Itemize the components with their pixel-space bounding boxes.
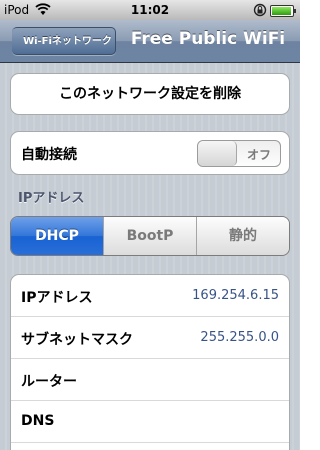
segment-bootp[interactable]: BootP <box>103 217 196 255</box>
back-button[interactable]: Wi-Fiネットワーク <box>0 26 116 57</box>
row-label: ルーター <box>21 374 77 390</box>
ip-section-header: IPアドレス <box>18 191 85 206</box>
orientation-lock-icon <box>253 3 267 20</box>
back-button-label: Wi-Fiネットワーク <box>23 36 112 47</box>
auto-join-label: 自動接続 <box>21 147 77 163</box>
row-label: IPアドレス <box>21 290 93 306</box>
navigation-bar: Wi-Fiネットワーク Free Public WiFi <box>0 20 300 63</box>
page-title: Free Public WiFi <box>130 29 286 49</box>
table-row-router[interactable]: ルーター <box>11 359 289 401</box>
segment-static[interactable]: 静的 <box>196 217 289 255</box>
toggle-knob[interactable] <box>198 141 237 166</box>
toggle-state-label: オフ <box>246 148 271 162</box>
forget-network-button[interactable]: このネットワーク設定を削除 <box>10 73 290 115</box>
table-row-subnet-mask[interactable]: サブネットマスク 255.255.0.0 <box>11 317 289 359</box>
table-row-dns[interactable]: DNS <box>11 401 289 443</box>
battery-icon <box>270 5 296 17</box>
auto-join-toggle[interactable]: オフ <box>197 140 281 167</box>
screen: iPod 11:02 Wi-Fiネットワーク Free Public WiFi <box>0 0 300 450</box>
auto-join-row: 自動接続 オフ <box>10 131 290 175</box>
row-value: 255.255.0.0 <box>200 330 279 345</box>
status-bar: iPod 11:02 <box>0 0 300 20</box>
row-label: サブネットマスク <box>21 332 133 348</box>
ip-mode-segmented-control: DHCP BootP 静的 <box>10 216 290 256</box>
table-row-ip-address[interactable]: IPアドレス 169.254.6.15 <box>11 275 289 317</box>
row-label: DNS <box>21 413 55 429</box>
ip-settings-table: IPアドレス 169.254.6.15 サブネットマスク 255.255.0.0… <box>10 274 290 450</box>
row-value: 169.254.6.15 <box>192 288 279 303</box>
segment-dhcp[interactable]: DHCP <box>11 217 103 255</box>
